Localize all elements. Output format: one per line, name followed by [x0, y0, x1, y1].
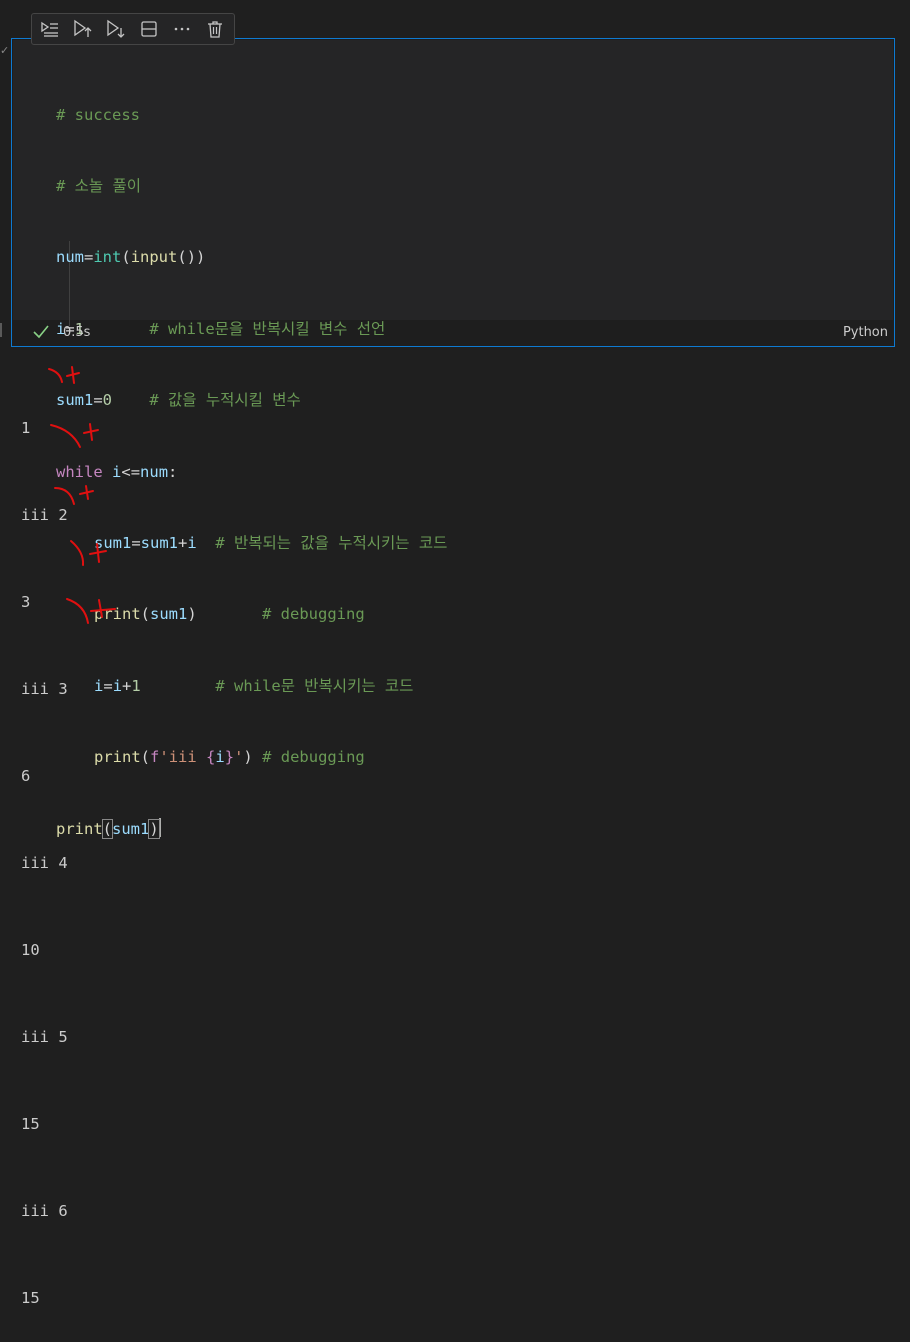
code-line-7: sum1=sum1+i # 반복되는 값을 누적시키는 코드	[56, 532, 447, 556]
token: print	[94, 748, 141, 767]
output-line: iii 3	[21, 680, 68, 698]
execute-above-button[interactable]	[71, 17, 95, 41]
ellipsis-icon	[174, 27, 190, 31]
code-editor[interactable]: # success # 소놀 풀이 num=int(input()) i=1 #…	[13, 40, 893, 839]
output-line: iii 5	[21, 1028, 68, 1046]
trash-icon	[208, 21, 222, 38]
split-cell-button[interactable]	[137, 17, 161, 41]
run-by-line-button[interactable]	[38, 17, 62, 41]
code-line-11: print(sum1)	[56, 817, 447, 842]
token: int	[93, 248, 122, 267]
token: )	[243, 748, 253, 767]
code-line-8: print(sum1) # debugging	[56, 603, 447, 627]
token: i	[94, 676, 104, 695]
output-line: 3	[21, 593, 31, 611]
output-line: 15	[21, 1115, 40, 1133]
token: sum1	[112, 819, 150, 838]
cell-toolbar	[31, 13, 235, 45]
more-actions-button[interactable]	[170, 17, 194, 41]
token: f	[150, 748, 160, 767]
output-line: iii 4	[21, 854, 68, 872]
execute-below-button[interactable]	[104, 17, 128, 41]
code-line-3: num=int(input())	[56, 246, 447, 270]
token: +	[122, 676, 132, 695]
text-cursor	[158, 817, 161, 837]
token: i	[112, 676, 123, 695]
code-line-5: sum1=0 # 값을 누적시킬 변수	[56, 389, 447, 413]
token: num	[140, 462, 169, 481]
token: )	[187, 605, 197, 624]
token: print	[94, 605, 141, 624]
token: =	[103, 676, 113, 695]
token: {	[206, 748, 216, 767]
token: 0	[102, 391, 113, 410]
comment: # while문 반복시키는 코드	[215, 676, 414, 695]
output-line: 1	[21, 419, 31, 437]
code-line-10: print(f'iii {i}') # debugging	[56, 746, 447, 770]
token: i	[187, 533, 197, 552]
cell-output: 1 iii 2 3 iii 3 6 iii 4 10 iii 5 15 iii …	[21, 356, 68, 1342]
output-line: iii 2	[21, 506, 68, 524]
comment: # 소놀 풀이	[56, 176, 142, 195]
token: }	[224, 748, 235, 767]
execute-below-icon	[107, 19, 125, 38]
comment: # debugging	[262, 748, 365, 767]
token: 1	[131, 676, 141, 695]
token: :	[168, 462, 178, 481]
cell-gutter-marker	[0, 323, 2, 337]
split-cell-icon	[141, 21, 157, 37]
code-line-9: i=i+1 # while문 반복시키는 코드	[56, 675, 447, 699]
output-line: 10	[21, 941, 40, 959]
token: num	[56, 248, 84, 267]
cell-status-bar: 0.5s Python	[12, 320, 894, 346]
token: (	[140, 605, 151, 624]
comment: # 값을 누적시킬 변수	[149, 391, 301, 410]
token: =	[131, 533, 141, 552]
code-cell[interactable]: # success # 소놀 풀이 num=int(input()) i=1 #…	[11, 38, 895, 839]
success-check-icon	[32, 323, 50, 345]
output-line: iii 6	[21, 1202, 68, 1220]
token: +	[178, 533, 188, 552]
token: 'iii	[159, 748, 207, 767]
language-picker[interactable]: Python	[843, 325, 888, 340]
delete-cell-button[interactable]	[203, 17, 227, 41]
token: sum1	[150, 605, 188, 624]
token: =	[93, 391, 103, 410]
code-text[interactable]: # success # 소놀 풀이 num=int(input()) i=1 #…	[56, 56, 447, 889]
token: (	[121, 248, 131, 267]
token: (	[101, 818, 114, 839]
token: ())	[177, 248, 206, 267]
token: =	[84, 248, 94, 267]
token: input	[130, 248, 178, 267]
output-line: 6	[21, 767, 31, 785]
execution-time: 0.5s	[63, 325, 91, 340]
token: (	[140, 748, 151, 767]
token: i	[215, 748, 225, 767]
execute-above-icon	[74, 19, 92, 37]
code-line-6: while i<=num:	[56, 461, 447, 485]
code-line-2: # 소놀 풀이	[56, 175, 447, 199]
output-line: 15	[21, 1289, 40, 1307]
token: sum1	[140, 533, 178, 552]
token: )	[148, 818, 160, 839]
comment: # 반복되는 값을 누적시키는 코드	[215, 533, 448, 552]
token: i	[112, 462, 122, 481]
token: '	[234, 748, 244, 767]
token: sum1	[94, 533, 132, 552]
cell-collapse-marker[interactable]: ✓	[0, 44, 9, 57]
comment: # debugging	[262, 605, 365, 624]
token: <=	[121, 462, 141, 481]
comment: # success	[56, 105, 140, 124]
run-by-line-icon	[41, 21, 58, 37]
code-line-1: # success	[56, 104, 447, 128]
